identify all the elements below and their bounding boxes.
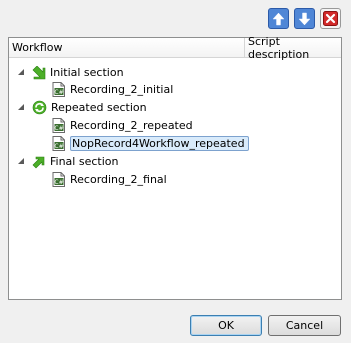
tree-node-label: Final section bbox=[50, 155, 119, 168]
svg-text:C#: C# bbox=[54, 89, 63, 96]
tree-item-recording-2-initial[interactable]: C# Recording_2_initial bbox=[51, 81, 173, 98]
collapse-triangle-icon[interactable] bbox=[17, 103, 26, 112]
tree-node-repeated-section[interactable]: Repeated section bbox=[17, 99, 147, 116]
repeat-cycle-icon bbox=[32, 100, 47, 115]
tree-node-label: Repeated section bbox=[51, 101, 147, 114]
tree-item-label: Recording_2_initial bbox=[70, 83, 174, 96]
arrow-up-icon bbox=[272, 12, 285, 25]
tree-item-label: Recording_2_repeated bbox=[70, 119, 193, 132]
tree-item-noprecord4workflow-repeated[interactable]: C# NopRecord4Workflow_repeated bbox=[51, 135, 249, 152]
move-up-button[interactable] bbox=[268, 8, 289, 29]
csharp-script-icon: C# bbox=[52, 118, 65, 133]
toolbar bbox=[268, 8, 341, 29]
tree-header: Workflow Script description bbox=[9, 35, 341, 61]
arrow-down-right-icon bbox=[32, 65, 46, 79]
column-header-workflow[interactable]: Workflow bbox=[9, 38, 245, 57]
workflow-tree[interactable]: Workflow Script description Initial sect… bbox=[8, 35, 342, 300]
tree-item-label: Recording_2_final bbox=[70, 173, 167, 186]
svg-text:C#: C# bbox=[54, 125, 63, 132]
tree-item-recording-2-repeated[interactable]: C# Recording_2_repeated bbox=[51, 117, 193, 134]
arrow-down-icon bbox=[298, 12, 311, 25]
collapse-triangle-icon[interactable] bbox=[17, 68, 26, 77]
svg-text:C#: C# bbox=[54, 143, 63, 150]
csharp-script-icon: C# bbox=[52, 172, 65, 187]
csharp-script-icon: C# bbox=[52, 82, 65, 97]
collapse-triangle-icon[interactable] bbox=[17, 157, 26, 166]
tree-item-label-selected: NopRecord4Workflow_repeated bbox=[70, 136, 249, 151]
tree-item-recording-2-final[interactable]: C# Recording_2_final bbox=[51, 171, 167, 188]
csharp-script-icon: C# bbox=[52, 136, 65, 151]
tree-node-initial-section[interactable]: Initial section bbox=[17, 64, 124, 81]
cancel-button[interactable]: Cancel bbox=[268, 315, 341, 336]
column-header-script-description[interactable]: Script description bbox=[245, 35, 341, 61]
delete-button[interactable] bbox=[320, 8, 341, 29]
tree-node-label: Initial section bbox=[50, 66, 124, 79]
ok-button[interactable]: OK bbox=[190, 315, 262, 336]
svg-text:C#: C# bbox=[54, 179, 63, 186]
delete-x-icon bbox=[323, 11, 338, 26]
tree-node-final-section[interactable]: Final section bbox=[17, 153, 118, 170]
arrow-up-right-icon bbox=[32, 156, 45, 168]
move-down-button[interactable] bbox=[294, 8, 315, 29]
